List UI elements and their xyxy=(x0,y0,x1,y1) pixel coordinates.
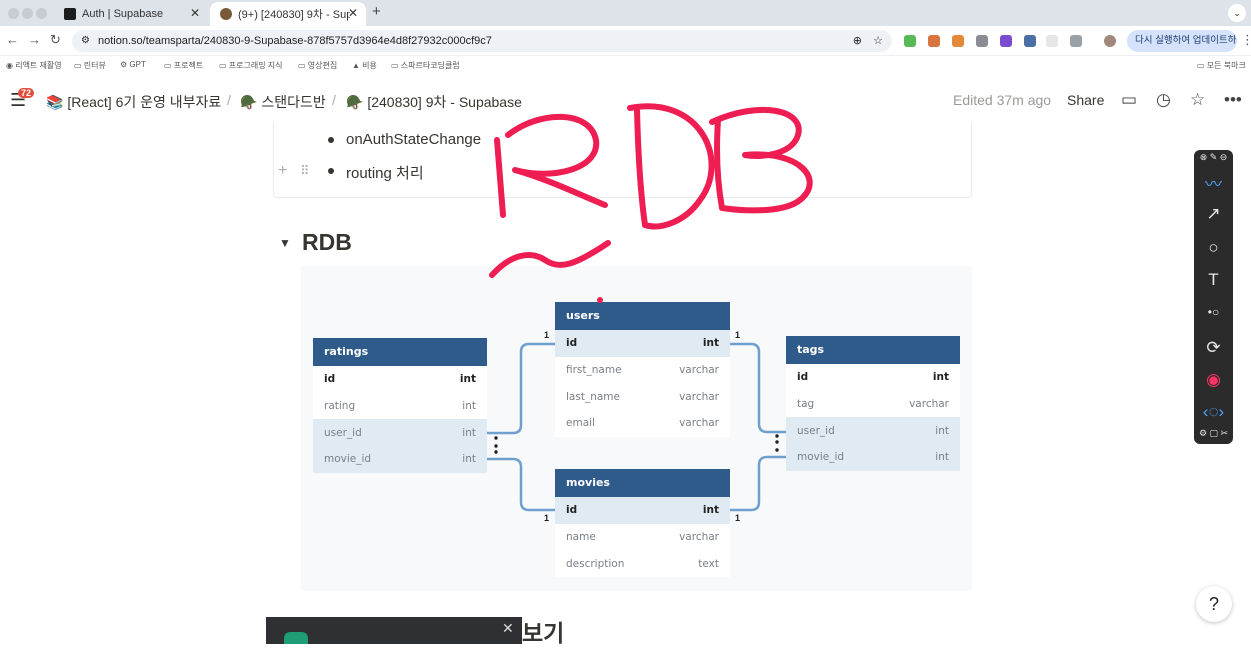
undo-redo-icon[interactable]: ⟳ xyxy=(1194,338,1233,358)
stroke-width-icon[interactable]: •○ xyxy=(1194,305,1233,319)
pen-tool-icon[interactable]: 〰 xyxy=(1194,170,1233,195)
color-picker-icon[interactable]: ◉ xyxy=(1194,370,1233,390)
timer-tool-icon[interactable]: ‹◌› xyxy=(1194,402,1233,422)
arrow-tool-icon[interactable]: ↗ xyxy=(1194,204,1233,224)
handwritten-rdb-annotation xyxy=(489,103,813,303)
circle-tool-icon[interactable]: ○ xyxy=(1194,238,1233,258)
toolbar-bottom-controls-icon[interactable]: ⚙ ▢ ✂ xyxy=(1194,428,1233,439)
annotation-toolbar: ⊗ ✎ ⊖ 〰 ↗ ○ T •○ ⟳ ◉ ‹◌› ⚙ ▢ ✂ xyxy=(1194,150,1233,444)
help-button[interactable]: ? xyxy=(1196,586,1232,622)
toolbar-window-controls-icon[interactable]: ⊗ ✎ ⊖ xyxy=(1194,152,1233,163)
text-tool-icon[interactable]: T xyxy=(1194,270,1233,290)
